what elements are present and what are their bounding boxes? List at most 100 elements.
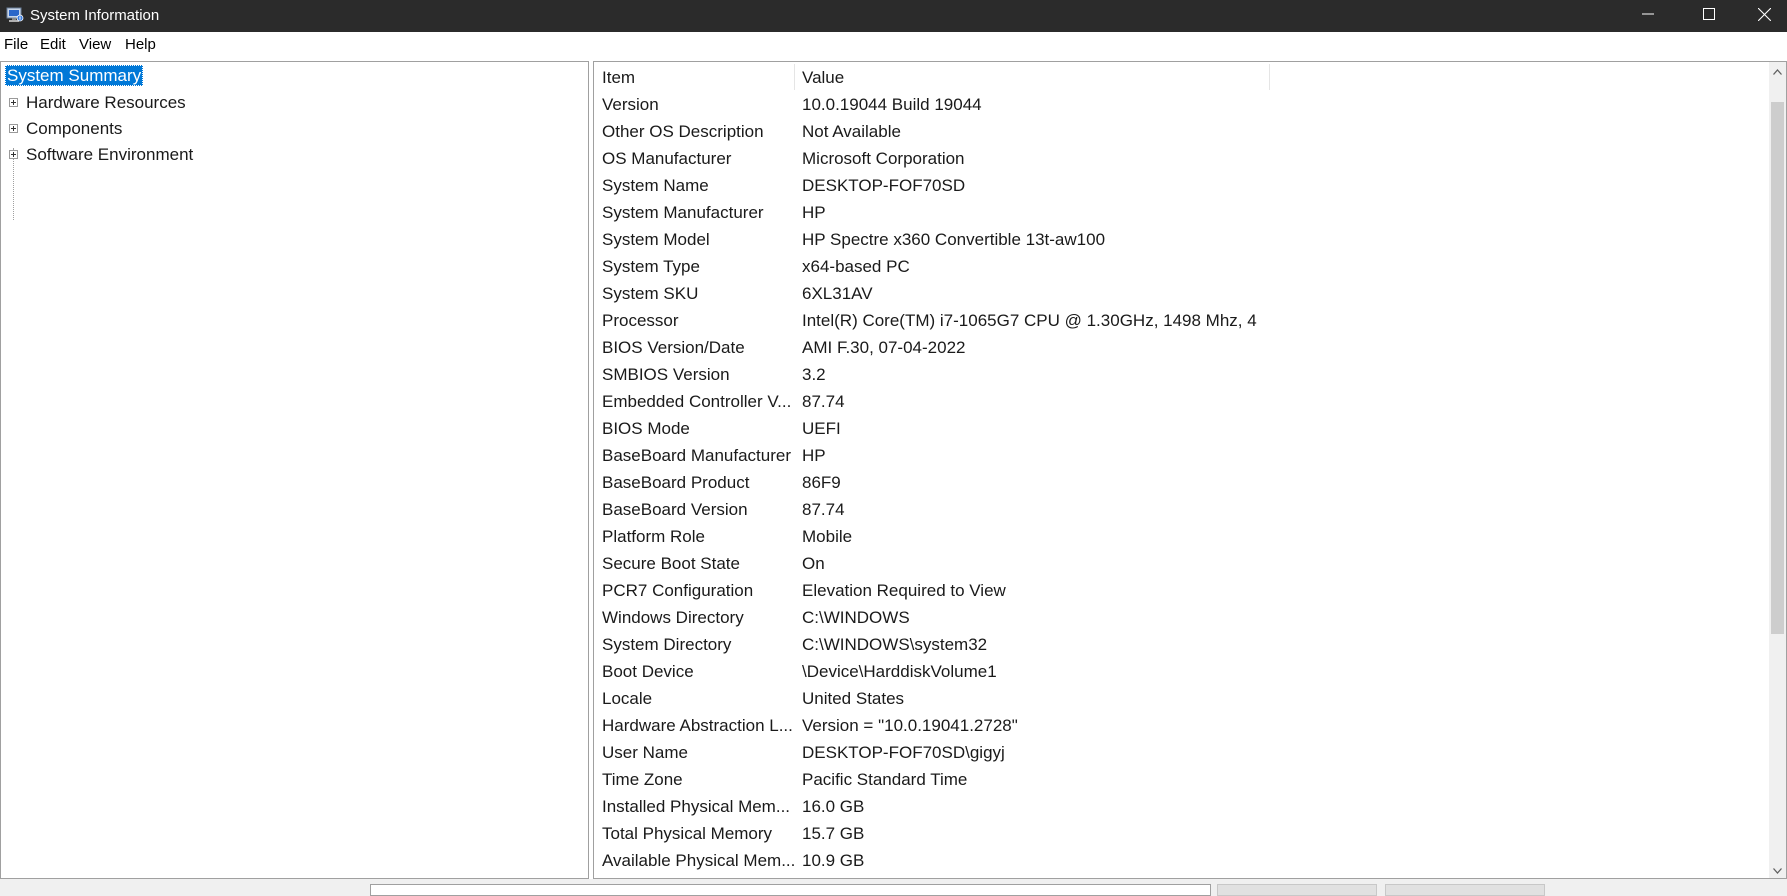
system-information-window: System Information File Edit View Help S… — [0, 0, 1787, 896]
find-input[interactable] — [370, 884, 1211, 896]
system-information-icon — [6, 7, 24, 23]
find-button[interactable] — [1217, 884, 1377, 896]
table-row[interactable]: System Directory C:\WINDOWS\system32 — [594, 632, 1769, 659]
table-row[interactable]: Platform Role Mobile — [594, 524, 1769, 551]
table-row[interactable]: Installed Physical Mem... 16.0 GB — [594, 794, 1769, 821]
scroll-down-button[interactable] — [1769, 861, 1786, 878]
table-row[interactable]: System Manufacturer HP — [594, 200, 1769, 227]
menu-bar: File Edit View Help — [0, 32, 1787, 58]
column-header-value[interactable]: Value — [802, 68, 844, 88]
table-row[interactable]: OS Manufacturer Microsoft Corporation — [594, 146, 1769, 173]
table-row[interactable]: PCR7 Configuration Elevation Required to … — [594, 578, 1769, 605]
arrow-down-icon — [1773, 861, 1782, 879]
table-row[interactable]: System Model HP Spectre x360 Convertible … — [594, 227, 1769, 254]
cell-value: DESKTOP-FOF70SD — [802, 176, 966, 195]
table-row[interactable]: System SKU 6XL31AV — [594, 281, 1769, 308]
cell-value: Mobile — [802, 527, 853, 546]
cell-item: BaseBoard Manufacturer — [602, 446, 791, 465]
tree-item-system-summary[interactable]: System Summary — [5, 65, 144, 86]
scrollbar-thumb[interactable] — [1771, 102, 1784, 634]
close-button[interactable] — [1741, 0, 1787, 28]
cell-item: System Manufacturer — [602, 203, 764, 222]
cell-item: Installed Physical Mem... — [602, 797, 791, 816]
expand-plus-icon[interactable] — [9, 98, 18, 107]
cell-item: Secure Boot State — [602, 554, 740, 573]
cell-item: Platform Role — [602, 527, 705, 546]
cell-value: x64-based PC — [802, 257, 910, 276]
cell-item: BIOS Version/Date — [602, 338, 745, 357]
cell-value: Pacific Standard Time — [802, 770, 968, 789]
tree-item-label: Hardware Resources — [26, 93, 186, 112]
table-row[interactable]: BaseBoard Product 86F9 — [594, 470, 1769, 497]
table-row[interactable]: Version 10.0.19044 Build 19044 — [594, 92, 1769, 119]
menu-help[interactable]: Help — [125, 36, 156, 54]
cell-item: PCR7 Configuration — [602, 581, 754, 600]
category-tree[interactable]: System Summary Hardware Resources Compon… — [0, 61, 589, 879]
cell-item: System Name — [602, 176, 709, 195]
table-row[interactable]: BaseBoard Manufacturer HP — [594, 443, 1769, 470]
cell-value: UEFI — [802, 419, 841, 438]
table-row[interactable]: Processor Intel(R) Core(TM) i7-1065G7 CPU… — [594, 308, 1769, 335]
column-divider[interactable] — [794, 64, 795, 90]
menu-file[interactable]: File — [4, 36, 28, 54]
cell-item: BaseBoard Version — [602, 500, 748, 519]
table-row[interactable]: Total Physical Memory 15.7 GB — [594, 821, 1769, 848]
table-row[interactable]: Boot Device \Device\HarddiskVolume1 — [594, 659, 1769, 686]
cell-item: Available Physical Mem... — [602, 851, 794, 870]
cell-value: Version = "10.0.19041.2728" — [802, 716, 1018, 735]
cell-value: 86F9 — [802, 473, 841, 492]
cell-item: Hardware Abstraction L... — [602, 716, 793, 735]
close-icon — [1757, 7, 1771, 21]
cell-item: OS Manufacturer — [602, 149, 732, 168]
vertical-scrollbar[interactable] — [1769, 62, 1786, 878]
column-header-item[interactable]: Item — [602, 68, 635, 88]
cell-item: System Directory — [602, 635, 732, 654]
cell-value: 87.74 — [802, 500, 845, 519]
table-row[interactable]: Time Zone Pacific Standard Time — [594, 767, 1769, 794]
tree-item-label: Software Environment — [26, 145, 194, 164]
table-row[interactable]: Hardware Abstraction L... Version = "10.0… — [594, 713, 1769, 740]
table-row[interactable]: Available Physical Mem... 10.9 GB — [594, 848, 1769, 875]
table-row[interactable]: SMBIOS Version 3.2 — [594, 362, 1769, 389]
cell-value: HP Spectre x360 Convertible 13t-aw100 — [802, 230, 1106, 249]
cell-item: Processor — [602, 311, 679, 330]
scroll-up-button[interactable] — [1769, 62, 1786, 79]
cell-value: United States — [802, 689, 905, 708]
details-list[interactable]: Item Value Version 10.0.19044 Build 19044… — [593, 61, 1787, 879]
arrow-up-icon — [1773, 62, 1782, 80]
table-row[interactable]: Secure Boot State On — [594, 551, 1769, 578]
list-header: Item Value — [594, 62, 1769, 93]
table-row[interactable]: BaseBoard Version 87.74 — [594, 497, 1769, 524]
table-row[interactable]: BIOS Mode UEFI — [594, 416, 1769, 443]
column-divider[interactable] — [1269, 64, 1270, 90]
cell-value: C:\WINDOWS\system32 — [802, 635, 988, 654]
table-row[interactable]: Embedded Controller V... 87.74 — [594, 389, 1769, 416]
menu-view[interactable]: View — [79, 36, 111, 54]
minimize-icon — [1642, 8, 1654, 20]
maximize-button[interactable] — [1680, 0, 1738, 28]
cell-value: On — [802, 554, 825, 573]
cell-value: 16.0 GB — [802, 797, 865, 816]
cell-value: Elevation Required to View — [802, 581, 1006, 600]
table-row[interactable]: BIOS Version/Date AMI F.30, 07-04-2022 — [594, 335, 1769, 362]
list-rows: Version 10.0.19044 Build 19044 Other OS De… — [594, 92, 1769, 875]
table-row[interactable]: Windows Directory C:\WINDOWS — [594, 605, 1769, 632]
minimize-button[interactable] — [1619, 0, 1677, 28]
cell-item: System Type — [602, 257, 700, 276]
cell-item: Version — [602, 95, 659, 114]
expand-plus-icon[interactable] — [9, 124, 18, 133]
expand-plus-icon[interactable] — [9, 150, 18, 159]
cell-item: BaseBoard Product — [602, 473, 750, 492]
table-row[interactable]: Other OS Description Not Available — [594, 119, 1769, 146]
cell-value: 10.9 GB — [802, 851, 865, 870]
close-find-button[interactable] — [1385, 884, 1545, 896]
menu-edit[interactable]: Edit — [40, 36, 66, 54]
table-row[interactable]: System Name DESKTOP-FOF70SD — [594, 173, 1769, 200]
title-bar[interactable]: System Information — [0, 0, 1787, 32]
cell-item: Locale — [602, 689, 653, 708]
table-row[interactable]: Locale United States — [594, 686, 1769, 713]
table-row[interactable]: User Name DESKTOP-FOF70SD\gigyj — [594, 740, 1769, 767]
cell-item: Boot Device — [602, 662, 694, 681]
table-row[interactable]: System Type x64-based PC — [594, 254, 1769, 281]
cell-value: Not Available — [802, 122, 901, 141]
